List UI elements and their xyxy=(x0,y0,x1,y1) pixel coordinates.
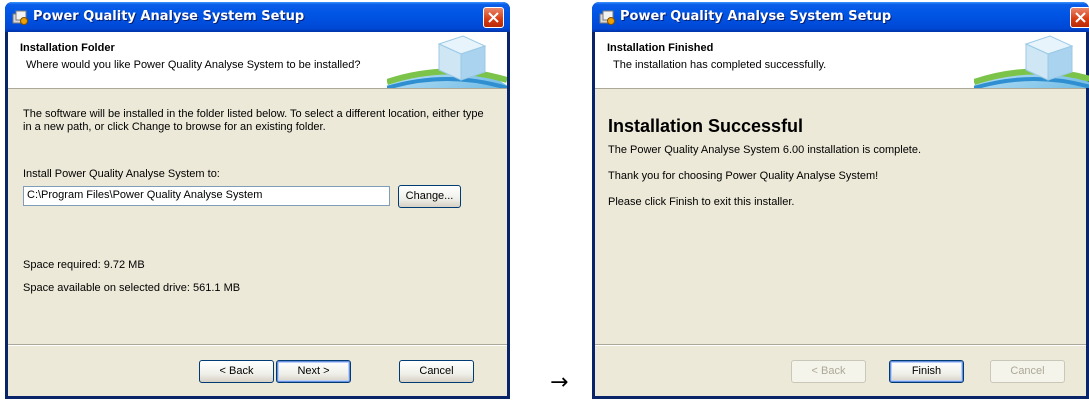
back-button-label: < Back xyxy=(219,365,254,377)
install-to-label: Install Power Quality Analyse System to: xyxy=(23,168,220,180)
cancel-button-label: Cancel xyxy=(419,365,454,377)
complete-text: The Power Quality Analyse System 6.00 in… xyxy=(608,144,922,156)
cancel-button[interactable]: Cancel xyxy=(399,360,474,383)
window-title: Power Quality Analyse System Setup xyxy=(620,9,892,24)
dialog-header: Installation Folder Where would you like… xyxy=(8,32,507,89)
installer-app-icon xyxy=(12,10,28,25)
next-button[interactable]: Next > xyxy=(276,360,351,383)
installer-app-icon xyxy=(599,10,615,25)
finish-instruction-text: Please click Finish to exit this install… xyxy=(608,196,795,208)
header-title: Installation Folder xyxy=(20,42,115,54)
title-bar[interactable]: Power Quality Analyse System Setup xyxy=(592,2,1089,32)
back-button: < Back xyxy=(791,360,866,383)
header-title: Installation Finished xyxy=(607,42,714,54)
next-button-label: Next > xyxy=(297,365,330,377)
close-icon xyxy=(1075,12,1086,23)
transition-arrow: → xyxy=(550,370,569,395)
close-button[interactable] xyxy=(483,7,504,28)
dialog-header: Installation Finished The installation h… xyxy=(595,32,1089,89)
back-button[interactable]: < Back xyxy=(199,360,274,383)
installer-banner-graphic xyxy=(974,35,1089,88)
close-button[interactable] xyxy=(1070,7,1089,28)
finish-button[interactable]: Finish xyxy=(889,360,964,383)
installer-banner-graphic xyxy=(387,35,507,88)
cancel-button-label: Cancel xyxy=(1010,365,1045,377)
thank-you-text: Thank you for choosing Power Quality Ana… xyxy=(608,170,879,182)
close-icon xyxy=(488,12,499,23)
button-separator xyxy=(595,344,1086,346)
dialog-body: Installation Finished The installation h… xyxy=(595,32,1089,396)
button-separator xyxy=(8,344,507,346)
header-subtitle: The installation has completed successfu… xyxy=(613,59,827,71)
finish-button-label: Finish xyxy=(911,365,942,377)
window-title: Power Quality Analyse System Setup xyxy=(33,9,305,24)
cancel-button: Cancel xyxy=(990,360,1065,383)
install-path-field[interactable]: C:\Program Files\Power Quality Analyse S… xyxy=(23,186,390,206)
space-required-text: Space required: 9.72 MB xyxy=(23,259,145,271)
folder-description: The software will be installed in the fo… xyxy=(23,108,484,133)
setup-window-folder: Power Quality Analyse System Setup Insta… xyxy=(5,2,510,399)
header-subtitle: Where would you like Power Quality Analy… xyxy=(26,59,361,71)
title-bar[interactable]: Power Quality Analyse System Setup xyxy=(5,2,510,32)
change-button[interactable]: Change... xyxy=(398,185,461,208)
change-button-label: Change... xyxy=(405,190,454,202)
dialog-body: Installation Folder Where would you like… xyxy=(8,32,507,396)
space-available-text: Space available on selected drive: 561.1… xyxy=(23,282,241,294)
back-button-label: < Back xyxy=(811,365,846,377)
setup-window-finished: Power Quality Analyse System Setup Insta… xyxy=(592,2,1089,399)
success-heading: Installation Successful xyxy=(608,116,804,136)
